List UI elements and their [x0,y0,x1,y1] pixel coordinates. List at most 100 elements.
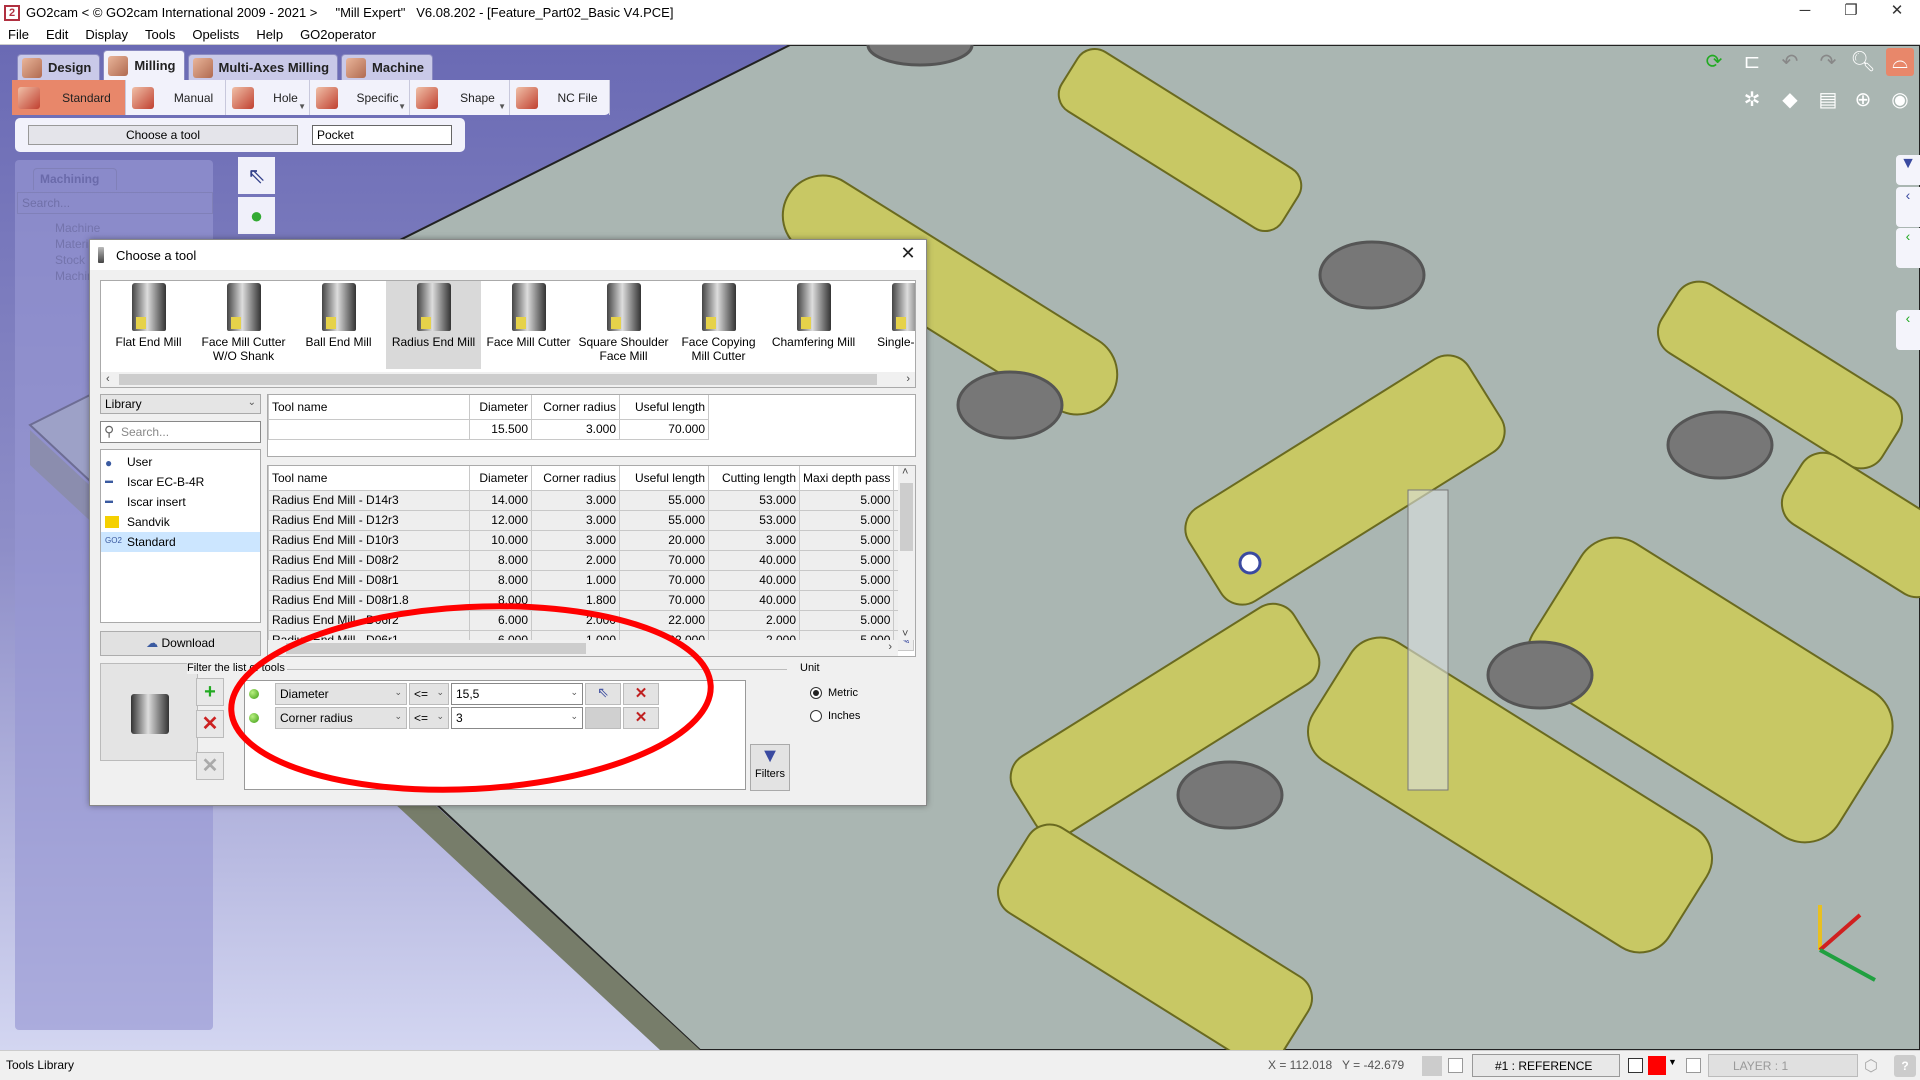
tool-type-item[interactable]: Single- Cutt [861,281,915,369]
criteria-cell[interactable]: 70.000 [619,418,709,440]
tool-side-tab[interactable]: ‹ [1896,310,1920,350]
table-row[interactable]: Radius End Mill - D08r1.8 8.000 1.800 70.00… [268,589,915,611]
refresh-icon[interactable]: ⟳ [1700,48,1728,76]
shape-button[interactable]: Shape ▼ [410,80,510,115]
column-header[interactable]: Diameter [469,395,532,420]
zoom-fit-icon[interactable]: ⊕ [1849,86,1877,114]
library-source-item[interactable]: ▬ Iscar insert [101,492,260,512]
machining-search-input[interactable]: Search... [17,192,213,214]
standard-button[interactable]: Standard [12,80,126,115]
eraser-icon[interactable]: ◆ [1776,86,1804,114]
column-header[interactable]: Tool name [268,466,470,491]
rotate-view-icon[interactable]: ◉ [1886,86,1914,114]
tab-milling[interactable]: Milling [103,50,185,80]
remove-filter-button[interactable]: ✕ [196,710,224,738]
reference-select[interactable]: #1 : REFERENCE [1472,1054,1620,1077]
add-filter-button[interactable]: + [196,678,224,706]
checkbox[interactable] [1686,1058,1701,1073]
tool-type-item[interactable]: Face Mill Cutter [481,281,576,369]
delete-filter-button[interactable]: ✕ [623,683,659,705]
criteria-cell[interactable]: 3.000 [531,418,620,440]
library-source-item[interactable]: ● User [101,452,260,472]
column-header[interactable]: Useful length [619,466,709,491]
display-settings-icon[interactable]: ✲ [1738,86,1766,114]
column-header[interactable]: Cutting length [708,466,800,491]
scroll-thumb[interactable] [286,643,586,654]
pick-value-button[interactable]: ⇖ [585,683,621,705]
tool-type-item[interactable]: Square Shoulder Face Mill [576,281,671,369]
filter-operator-select[interactable]: <= ⌄ [409,683,449,705]
delete-filter-button[interactable]: ✕ [623,707,659,729]
filter-side-tab-icon[interactable]: ▼ [1896,155,1920,185]
filters-button[interactable]: ▼ Filters [750,744,790,791]
cube-icon[interactable]: ⬡ [1864,1056,1878,1076]
scroll-thumb[interactable] [900,483,913,551]
color-dropdown-icon[interactable]: ▼ [1668,1057,1677,1067]
scroll-down-icon[interactable]: ˅ [902,628,908,640]
library-search-input[interactable]: ⚲ Search... [100,421,261,443]
tool-type-item[interactable]: Face Copying Mill Cutter [671,281,766,369]
table-row[interactable]: Radius End Mill - D08r1 8.000 1.000 70.000 4… [268,569,915,591]
column-header[interactable]: Useful length [619,395,709,420]
magic-clean-icon[interactable]: ▤ [1814,86,1842,114]
color-swatch[interactable] [1648,1056,1666,1075]
menu-help[interactable]: Help [256,27,283,42]
tool-type-item[interactable]: Radius End Mill [386,281,481,369]
download-button[interactable]: ☁ Download [100,631,261,656]
checkbox[interactable] [1448,1058,1463,1073]
tool-type-item[interactable]: Ball End Mill [291,281,386,369]
filter-active-led-icon[interactable] [249,713,259,723]
scroll-up-icon[interactable]: ˄ [902,466,908,478]
specific-button[interactable]: Specific ▼ [310,80,410,115]
help-icon[interactable]: ? [1894,1055,1916,1077]
tool-type-item[interactable]: Flat End Mill [101,281,196,369]
menu-opelists[interactable]: Opelists [192,27,239,42]
filter-operator-select[interactable]: <= ⌄ [409,707,449,729]
nc-file-button[interactable]: NC File [510,80,610,115]
library-source-item[interactable]: Sandvik [101,512,260,532]
tools-table-hscrollbar[interactable]: › [268,640,898,656]
criteria-cell[interactable]: 15.500 [469,418,532,440]
tool-type-scrollbar[interactable]: ‹ › [101,372,915,387]
table-row[interactable]: Radius End Mill - D08r2 8.000 2.000 70.000 4… [268,549,915,571]
caliper-icon[interactable]: ⊏ [1738,48,1766,76]
filter-field-select[interactable]: Diameter ⌄ [275,683,407,705]
library-source-item[interactable]: ▬ Iscar EC-B-4R [101,472,260,492]
part-side-tab[interactable]: ‹ [1896,187,1920,227]
scroll-right-icon[interactable]: › [888,641,892,653]
column-header[interactable]: Diameter [469,466,532,491]
choose-tool-field[interactable]: Choose a tool [28,125,298,145]
manual-button[interactable]: Manual [126,80,226,115]
tools-table-vscrollbar[interactable]: ˄ ˅ [898,466,915,640]
dialog-close-button[interactable]: ✕ [898,243,918,264]
unit-metric-radio[interactable]: Metric [810,687,858,699]
stock-side-tab[interactable]: ‹ [1896,228,1920,268]
tool-type-item[interactable]: Face Mill Cutter W/O Shank [196,281,291,369]
scroll-right-icon[interactable]: › [906,373,910,385]
filter-value-select[interactable]: 15,5 ⌄ [451,683,583,705]
column-header[interactable]: Corner radius [531,466,620,491]
menu-file[interactable]: File [8,27,29,42]
column-header[interactable]: Maxi depth pass [798,466,895,491]
glasses-icon[interactable]: ⌓ [1886,48,1914,76]
scroll-thumb[interactable] [119,374,877,385]
column-header[interactable]: Tool name [268,395,470,420]
tool-type-item[interactable]: Chamfering Mill [766,281,861,369]
filter-active-led-icon[interactable] [249,689,259,699]
select-arrow-icon[interactable]: ⇖ [238,157,275,194]
table-row[interactable]: Radius End Mill - D14r3 14.000 3.000 55.000… [268,489,915,511]
close-button[interactable]: ✕ [1874,0,1920,25]
scroll-left-icon[interactable]: ‹ [106,373,110,385]
menu-go2operator[interactable]: GO2operator [300,27,376,42]
filter-value-select[interactable]: 3 ⌄ [451,707,583,729]
table-row[interactable]: Radius End Mill - D12r3 12.000 3.000 55.000… [268,509,915,531]
hole-button[interactable]: Hole ▼ [226,80,310,115]
menu-display[interactable]: Display [85,27,128,42]
zoom-icon[interactable]: 🔍︎ [1849,48,1877,76]
unit-inches-radio[interactable]: Inches [810,710,860,722]
grid-icon[interactable] [1422,1056,1442,1076]
column-header[interactable]: Corner radius [531,395,620,420]
menu-tools[interactable]: Tools [145,27,175,42]
table-row[interactable]: Radius End Mill - D10r3 10.000 3.000 20.000… [268,529,915,551]
clear-filters-button[interactable]: ✕ [196,752,224,780]
